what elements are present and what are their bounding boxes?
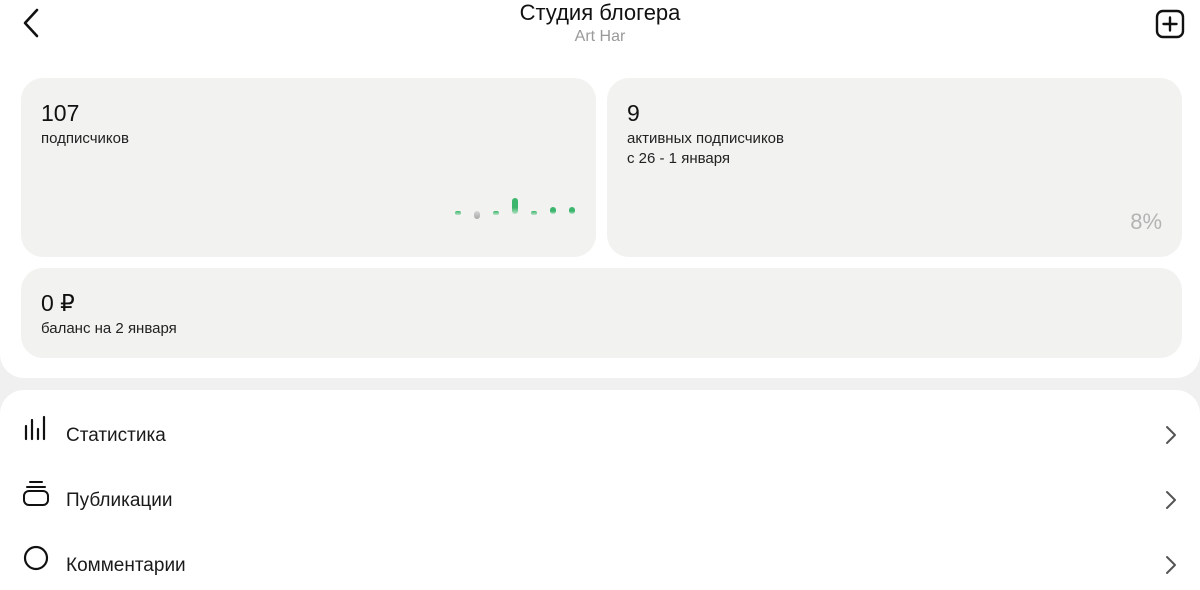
menu-label-comments: Комментарии xyxy=(66,555,186,576)
subscribers-sparkline xyxy=(451,196,581,220)
add-button[interactable] xyxy=(1153,7,1187,41)
studio-summary-panel: Студия блогера Art Har 107 подписчиков 9… xyxy=(0,0,1200,378)
balance-label: баланс на 2 января xyxy=(41,320,177,337)
menu-label-statistics: Статистика xyxy=(66,425,166,446)
menu-item-statistics[interactable]: Статистика xyxy=(0,398,1200,458)
chevron-right-icon xyxy=(1166,491,1176,509)
active-subscribers-period: с 26 - 1 января xyxy=(627,150,731,167)
balance-value: 0 ₽ xyxy=(41,290,75,316)
subscribers-label: подписчиков xyxy=(41,130,129,147)
sparkline-bar xyxy=(455,211,461,215)
sparkline-bar xyxy=(493,211,499,215)
sparkline-bar xyxy=(512,197,518,214)
stack-icon xyxy=(23,481,49,506)
active-subscribers-label-line1: активных подписчиков xyxy=(627,130,784,147)
subscribers-card[interactable]: 107 подписчиков xyxy=(21,78,596,257)
menu-list: Статистика Публикации Комментарии xyxy=(0,390,1200,590)
active-percent: 8% xyxy=(1130,209,1162,234)
bar-chart-icon xyxy=(24,415,46,441)
header: Студия блогера Art Har xyxy=(0,0,1200,64)
sparkline-bar xyxy=(569,206,575,214)
sparkline-bar xyxy=(474,211,480,219)
page-subtitle: Art Har xyxy=(574,28,626,45)
chat-bubble-icon xyxy=(23,545,49,571)
active-subscribers-count: 9 xyxy=(627,100,640,126)
chevron-right-icon xyxy=(1166,426,1176,444)
menu-item-publications[interactable]: Публикации xyxy=(0,463,1200,523)
sparkline-bar xyxy=(531,211,537,215)
balance-card[interactable]: 0 ₽ баланс на 2 января xyxy=(21,268,1182,358)
menu-item-comments[interactable]: Комментарии xyxy=(0,528,1200,588)
chevron-right-icon xyxy=(1166,556,1176,574)
sparkline-bar xyxy=(550,206,556,214)
active-subscribers-card[interactable]: 9 активных подписчиков с 26 - 1 января 8… xyxy=(607,78,1182,257)
active-subscribers-label: активных подписчиков с 26 - 1 января xyxy=(627,129,784,169)
page-title: Студия блогера xyxy=(519,0,681,25)
subscribers-count: 107 xyxy=(41,100,80,126)
plus-square-icon xyxy=(1155,9,1185,39)
menu-label-publications: Публикации xyxy=(66,490,173,511)
